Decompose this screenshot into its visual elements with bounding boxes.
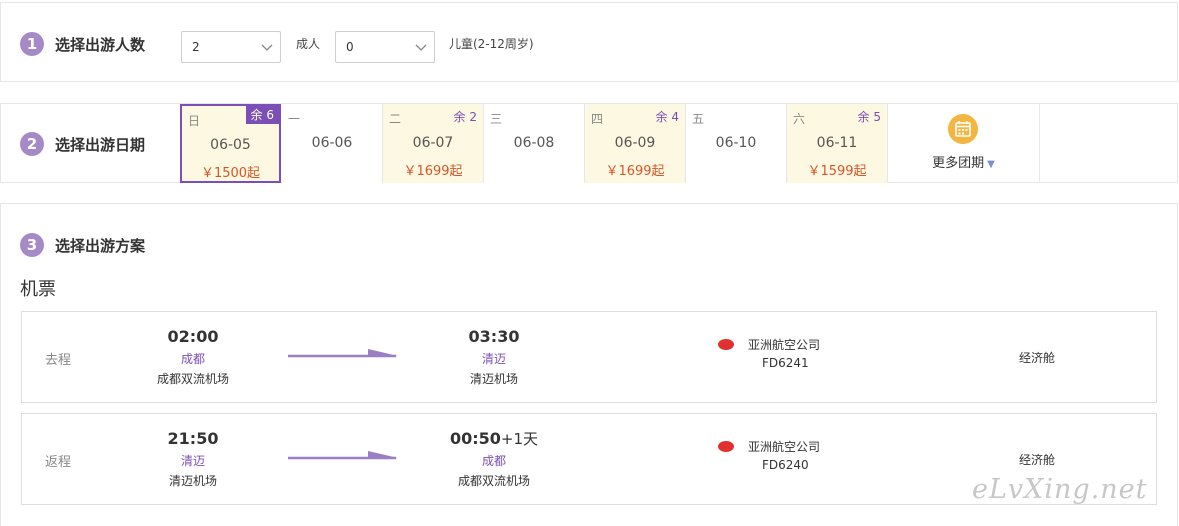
- weekday: 一: [288, 112, 301, 126]
- children-label: 儿童(2-12周岁): [449, 37, 534, 51]
- arrival-city: 成都: [481, 454, 506, 468]
- date-cell[interactable]: 六 余 5 06-11 ￥1599起: [787, 104, 888, 183]
- airasia-logo-icon: [718, 441, 734, 452]
- remaining-badge: 余 5: [857, 110, 881, 124]
- flight-outbound[interactable]: 去程 02:00 成都 成都双流机场 03:30 清迈 清迈机场 亚洲航空公司 …: [21, 311, 1157, 403]
- chevron-down-icon: [415, 44, 427, 51]
- date: 06-08: [513, 135, 555, 151]
- weekday: 三: [490, 112, 503, 126]
- arrival-airport: 清迈机场: [469, 372, 518, 386]
- date-section: 2 选择出游日期 日 余 6 06-05 ￥1500起 一 06-06 二 余 …: [0, 103, 1178, 183]
- date-cell[interactable]: 二 余 2 06-07 ￥1699起: [383, 104, 484, 183]
- date: 06-06: [311, 135, 353, 151]
- calendar-icon: [948, 114, 978, 144]
- arrival-airport: 成都双流机场: [457, 474, 530, 488]
- direction-label: 返程: [45, 455, 72, 470]
- weekday: 四: [591, 112, 604, 126]
- step-title: 选择出游日期: [55, 135, 146, 154]
- arrow-right-icon: [288, 349, 398, 358]
- flight-number: FD6241: [762, 356, 809, 370]
- date: 06-09: [614, 135, 656, 151]
- children-value: 0: [346, 40, 354, 54]
- step-number: 1: [20, 32, 44, 56]
- date: 06-10: [715, 135, 757, 151]
- airasia-logo-icon: [718, 339, 734, 350]
- weekday: 日: [188, 114, 201, 128]
- price: ￥1500起: [200, 166, 261, 181]
- step-2-header: 2 选择出游日期: [20, 132, 145, 156]
- departure-block: 02:00 成都 成都双流机场: [113, 326, 273, 387]
- price: ￥1599起: [807, 164, 867, 179]
- cabin-class: 经济舱: [1019, 453, 1056, 467]
- arrival-time: 00:50: [449, 429, 501, 448]
- airline-name: 亚洲航空公司: [748, 338, 821, 352]
- remaining-badge: 余 2: [453, 110, 477, 124]
- step-title: 选择出游方案: [55, 236, 146, 255]
- departure-time: 21:50: [167, 429, 219, 448]
- airline-name: 亚洲航空公司: [748, 440, 821, 454]
- remaining-badge: 余 6: [245, 106, 279, 124]
- arrival-block: 00:50+1天 成都 成都双流机场: [414, 428, 574, 489]
- step-3-header: 3 选择出游方案: [20, 233, 145, 257]
- date-cell[interactable]: 日 余 6 06-05 ￥1500起: [180, 104, 281, 183]
- triangle-down-icon: ▼: [987, 159, 995, 170]
- more-dates-label: 更多团期: [932, 156, 985, 171]
- departure-airport: 清迈机场: [168, 474, 217, 488]
- weekday: 六: [793, 112, 806, 126]
- arrival-block: 03:30 清迈 清迈机场: [414, 326, 574, 387]
- arrow-right-icon: [288, 451, 398, 460]
- watermark: eLvXing.net: [972, 474, 1148, 505]
- weekday: 二: [389, 112, 402, 126]
- price: ￥1699起: [605, 164, 665, 179]
- arrival-time: 03:30: [468, 327, 520, 346]
- step-title: 选择出游人数: [55, 35, 146, 54]
- date-cell[interactable]: 一 06-06: [282, 104, 383, 183]
- departure-city: 清迈: [180, 454, 205, 468]
- children-select[interactable]: 0: [335, 31, 435, 63]
- step-number: 3: [20, 233, 44, 257]
- cabin-class: 经济舱: [1019, 351, 1056, 365]
- departure-time: 02:00: [167, 327, 219, 346]
- step-number: 2: [20, 132, 44, 156]
- departure-block: 21:50 清迈 清迈机场: [113, 428, 273, 489]
- date: 06-11: [816, 135, 858, 151]
- date: 06-05: [210, 137, 251, 153]
- more-dates-button[interactable]: 更多团期 ▼: [888, 104, 1040, 183]
- travelers-section: 1 选择出游人数 2 成人 0 儿童(2-12周岁): [0, 2, 1178, 82]
- date: 06-07: [412, 135, 454, 151]
- arrival-day-offset: +1天: [500, 430, 539, 448]
- date-cell[interactable]: 五 06-10: [686, 104, 787, 183]
- date-cell[interactable]: 四 余 4 06-09 ￥1699起: [585, 104, 686, 183]
- price: ￥1699起: [403, 164, 463, 179]
- departure-city: 成都: [180, 352, 205, 366]
- remaining-badge: 余 4: [655, 110, 679, 124]
- step-1-header: 1 选择出游人数: [20, 32, 145, 56]
- adults-select[interactable]: 2: [181, 31, 281, 63]
- direction-label: 去程: [45, 353, 72, 368]
- arrival-city: 清迈: [481, 352, 506, 366]
- flights-subtitle: 机票: [20, 279, 56, 300]
- date-cell[interactable]: 三 06-08: [484, 104, 585, 183]
- adults-value: 2: [192, 40, 200, 54]
- adults-label: 成人: [296, 37, 321, 51]
- departure-airport: 成都双流机场: [156, 372, 229, 386]
- chevron-down-icon: [261, 44, 273, 51]
- weekday: 五: [692, 112, 705, 126]
- flight-number: FD6240: [762, 458, 809, 472]
